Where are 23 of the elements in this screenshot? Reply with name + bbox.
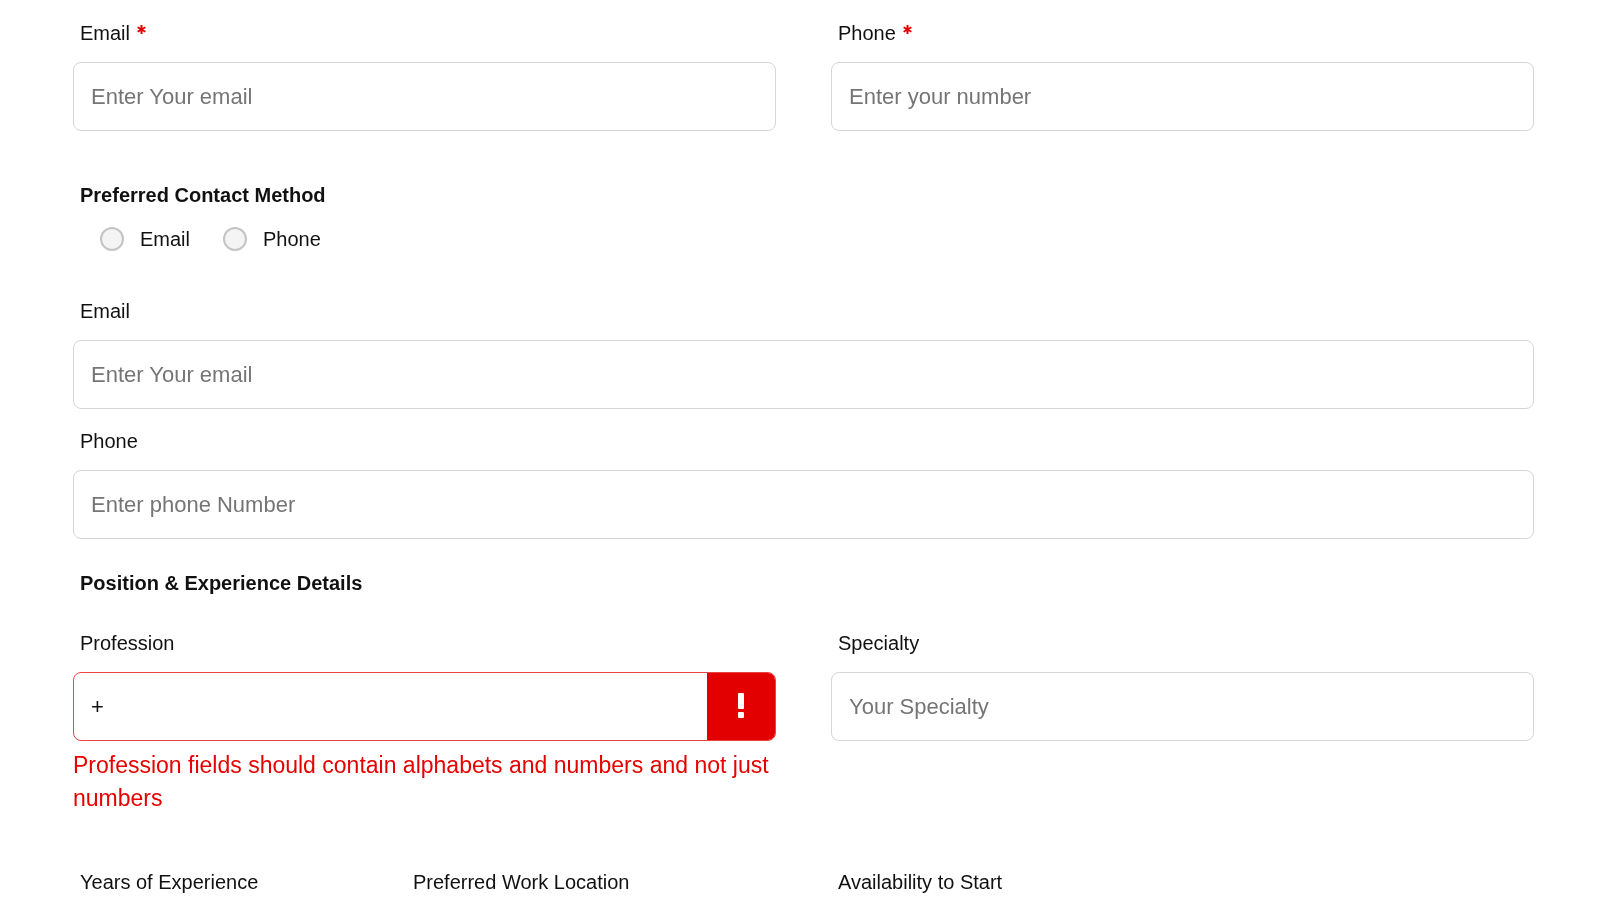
field-label: Specialty — [838, 631, 920, 655]
field-label: Email — [80, 21, 130, 45]
field-label: Phone — [80, 429, 138, 453]
field-label: Preferred Work Location — [413, 870, 630, 894]
input-field[interactable]: Your Specialty — [831, 672, 1534, 741]
field-label: Phone — [838, 21, 896, 45]
input-field[interactable]: Enter phone Number — [73, 470, 1534, 539]
section-heading: Position & Experience Details — [80, 572, 363, 594]
field-label: Years of Experience — [80, 870, 259, 894]
radio-label: Email — [140, 227, 190, 251]
input-field[interactable]: Enter your number — [831, 62, 1534, 131]
field-label: Email — [80, 299, 130, 323]
section-heading: Preferred Contact Method — [80, 184, 326, 206]
field-label: Availability to Start — [838, 870, 1003, 894]
radio-button[interactable] — [100, 227, 124, 251]
error-message: Profession fields should contain alphabets and numbers and not just numbers — [73, 751, 770, 813]
radio-button[interactable] — [223, 227, 247, 251]
input-field[interactable]: Enter Your email — [73, 62, 776, 131]
exclamation-icon — [707, 673, 775, 740]
input-field[interactable]: Enter Your email — [73, 340, 1534, 409]
radio-label: Phone — [263, 227, 321, 251]
field-label: Profession — [80, 631, 175, 655]
input-field[interactable]: + — [73, 672, 776, 741]
